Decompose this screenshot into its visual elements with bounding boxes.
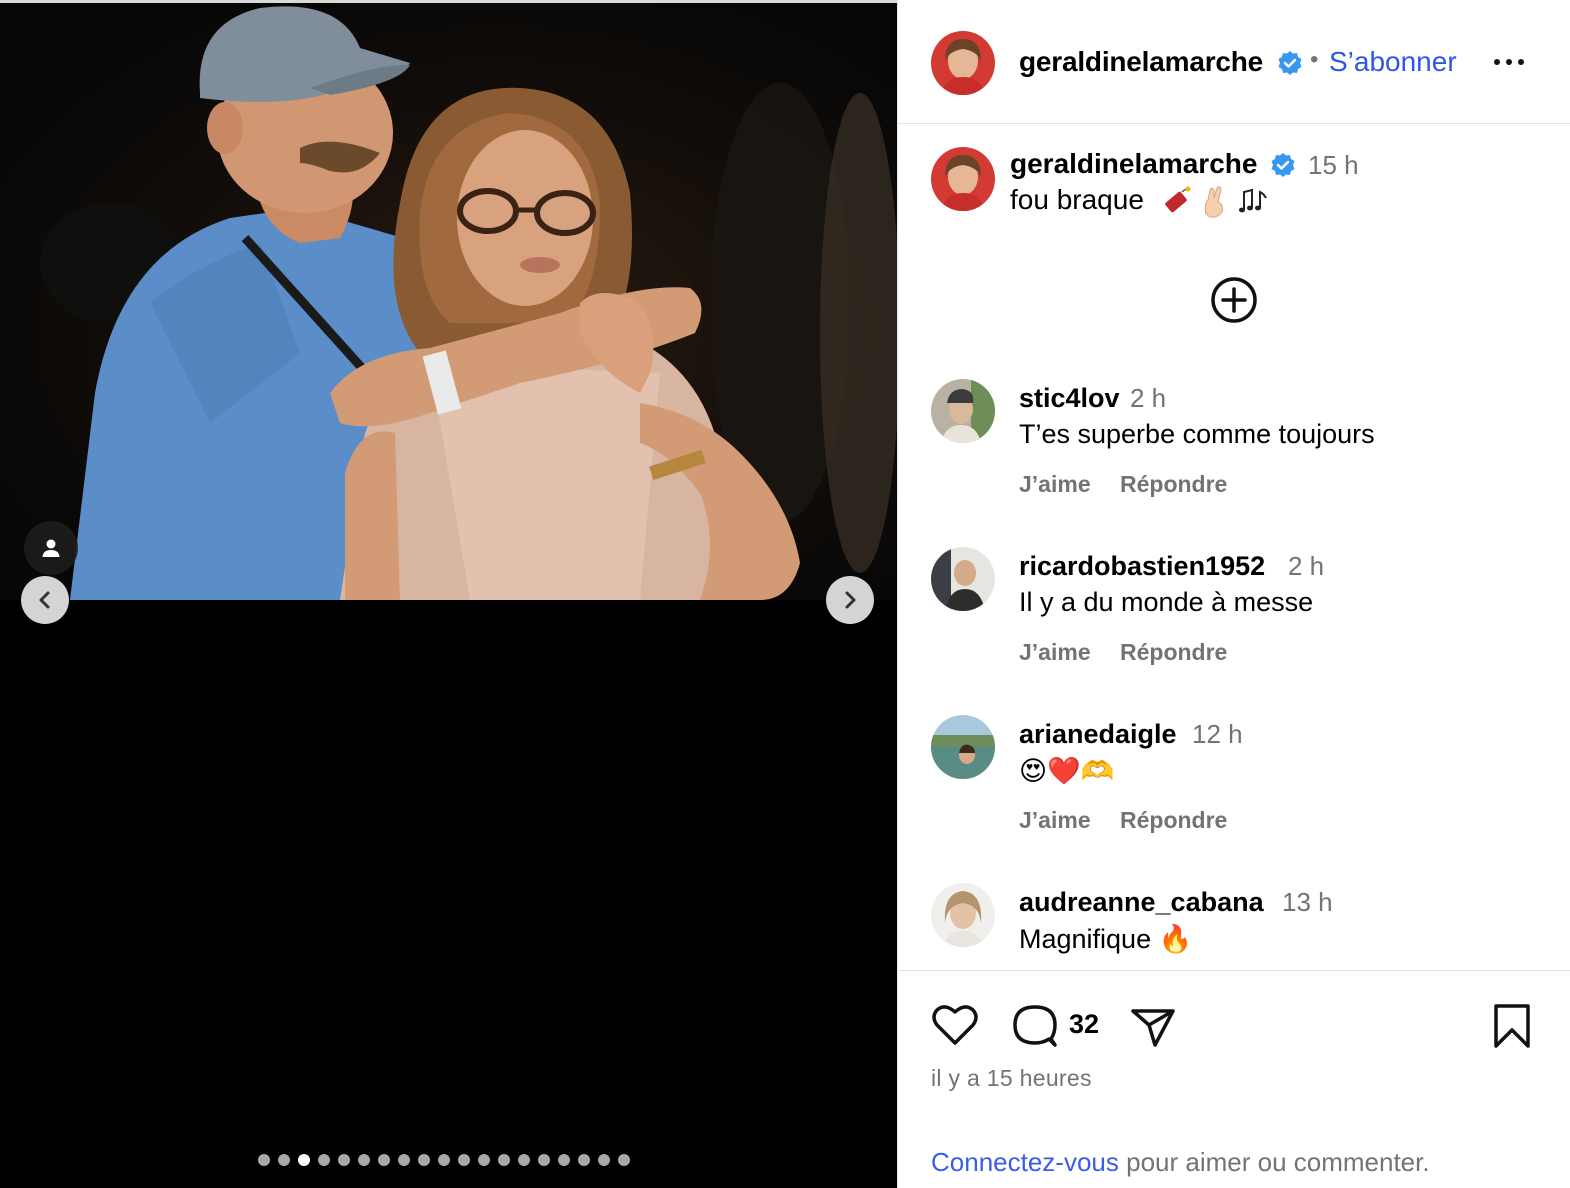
share-paper-plane-icon[interactable] — [1129, 1003, 1177, 1051]
commenter-avatar[interactable] — [931, 379, 995, 443]
comment-timestamp: 12 h — [1192, 719, 1243, 749]
commenter-avatar[interactable] — [931, 715, 995, 779]
music-notes-emoji-icon — [1239, 188, 1267, 213]
comment-username[interactable]: audreanne_cabana — [1019, 887, 1264, 918]
comment-item: ricardobastien1952 2 h Il y a du monde à… — [898, 547, 1570, 697]
carousel-next-button[interactable] — [826, 576, 874, 624]
tagged-people-button[interactable] — [24, 521, 78, 575]
comment-like-button[interactable]: J’aime — [1019, 639, 1091, 666]
comment-count: 32 — [1069, 1009, 1100, 1039]
comment-like-button[interactable]: J’aime — [1019, 471, 1091, 498]
carousel-dot — [438, 1154, 450, 1166]
caption-author-avatar[interactable] — [931, 147, 995, 211]
login-link[interactable]: Connectez-vous — [931, 1147, 1119, 1177]
comment-username[interactable]: arianedaigle — [1019, 719, 1177, 750]
post-header: geraldinelamarche • S’abonner — [898, 0, 1570, 124]
carousel-indicator — [258, 1154, 630, 1166]
follow-button[interactable]: S’abonner — [1329, 46, 1457, 78]
comment-timestamp: 13 h — [1282, 887, 1333, 917]
carousel-dot — [258, 1154, 270, 1166]
carousel-dot — [478, 1154, 490, 1166]
carousel-dot — [498, 1154, 510, 1166]
carousel-dot — [618, 1154, 630, 1166]
verified-badge-icon — [1271, 153, 1295, 177]
comment-like-button[interactable]: J’aime — [1019, 807, 1091, 834]
person-icon — [42, 539, 60, 557]
carousel-dot — [318, 1154, 330, 1166]
commenter-avatar[interactable] — [931, 547, 995, 611]
commenter-avatar[interactable] — [931, 883, 995, 947]
post-actions-bar: 32 il y a 15 heures Connectez-vous pour … — [898, 970, 1570, 1188]
carousel-dot — [518, 1154, 530, 1166]
caption-emojis — [1160, 184, 1270, 218]
more-dot-icon — [1494, 59, 1500, 65]
caption-timestamp[interactable]: 15 h — [1308, 150, 1359, 181]
comment-reply-button[interactable]: Répondre — [1120, 807, 1227, 834]
carousel-dot — [398, 1154, 410, 1166]
comment-timestamp: 2 h — [1288, 551, 1325, 581]
comment-text: 😍❤️🫶 — [1019, 756, 1115, 786]
firecracker-emoji-icon — [1165, 186, 1191, 213]
verified-badge-icon — [1278, 51, 1302, 75]
carousel-dot — [598, 1154, 610, 1166]
heart-icon[interactable] — [931, 1003, 979, 1047]
carousel-dot — [558, 1154, 570, 1166]
post-side-panel: geraldinelamarche • S’abonner geraldinel… — [897, 0, 1570, 1188]
comment-text: Il y a du monde à messe — [1019, 587, 1314, 617]
author-username[interactable]: geraldinelamarche — [1019, 46, 1263, 78]
comment-timestamp: 2 h — [1130, 383, 1167, 413]
carousel-dot — [298, 1154, 310, 1166]
post-media — [0, 0, 897, 1188]
chevron-left-icon — [39, 591, 50, 609]
author-avatar[interactable] — [931, 31, 995, 95]
comment-reply-button[interactable]: Répondre — [1120, 471, 1227, 498]
carousel-dot — [278, 1154, 290, 1166]
more-options-button[interactable] — [1494, 46, 1534, 78]
carousel-previous-button[interactable] — [21, 576, 69, 624]
carousel-dot — [378, 1154, 390, 1166]
more-dot-icon — [1518, 59, 1524, 65]
comment-item: arianedaigle 12 h 😍❤️🫶 J’aime Répondre — [898, 715, 1570, 865]
caption-text: fou braque — [1010, 184, 1144, 215]
carousel-dot — [358, 1154, 370, 1166]
carousel-dot — [338, 1154, 350, 1166]
header-separator: • — [1310, 46, 1319, 73]
chevron-right-icon — [845, 591, 856, 609]
more-dot-icon — [1506, 59, 1512, 65]
caption-username[interactable]: geraldinelamarche — [1010, 148, 1257, 180]
post-time-ago[interactable]: il y a 15 heures — [931, 1065, 1092, 1092]
load-more-comments-icon[interactable] — [1210, 276, 1258, 324]
comment-text: Magnifique 🔥 — [1019, 924, 1193, 954]
comment-bubble-icon[interactable] — [1011, 1001, 1059, 1049]
login-prompt: Connectez-vous pour aimer ou commenter. — [931, 1147, 1430, 1178]
carousel-dot — [418, 1154, 430, 1166]
bookmark-icon[interactable] — [1492, 1003, 1532, 1049]
login-prompt-text: pour aimer ou commenter. — [1118, 1147, 1430, 1177]
carousel-dot — [578, 1154, 590, 1166]
comment-username[interactable]: ricardobastien1952 — [1019, 551, 1265, 582]
carousel-dot — [458, 1154, 470, 1166]
post-photo[interactable] — [0, 3, 897, 600]
photo-illustration — [40, 6, 897, 600]
comment-reply-button[interactable]: Répondre — [1120, 639, 1227, 666]
comment-username[interactable]: stic4lov — [1019, 383, 1120, 414]
carousel-dot — [538, 1154, 550, 1166]
comment-item: stic4lov 2 h T’es superbe comme toujours… — [898, 379, 1570, 529]
crossed-fingers-emoji-icon — [1204, 186, 1223, 218]
comment-text: T’es superbe comme toujours — [1019, 419, 1375, 449]
